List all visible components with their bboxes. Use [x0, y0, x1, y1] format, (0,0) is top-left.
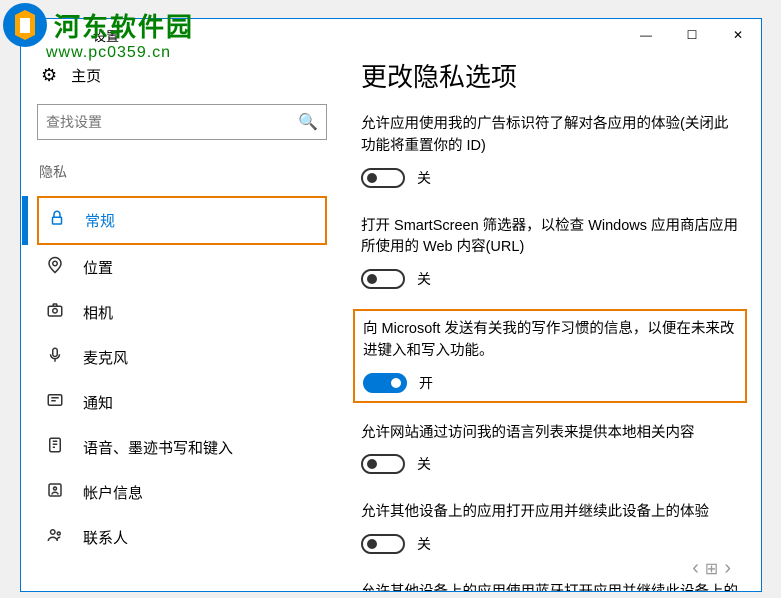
setting-4: 允许其他设备上的应用打开应用并继续此设备上的体验 关: [361, 502, 739, 554]
home-label: 主页: [71, 65, 101, 86]
toggle-switch[interactable]: [361, 168, 405, 188]
close-button[interactable]: ✕: [715, 19, 761, 51]
nav-label: 麦克风: [83, 347, 128, 368]
nav-icon: [45, 301, 65, 324]
sidebar-item-0[interactable]: 常规: [37, 196, 327, 245]
home-row[interactable]: ⚙ 主页: [37, 51, 327, 104]
sidebar-item-1[interactable]: 位置: [37, 245, 327, 290]
toggle-switch[interactable]: [361, 269, 405, 289]
setting-desc: 允许其他设备上的应用使用蓝牙打开应用并继续此设备上的体验: [361, 582, 739, 591]
page-nav: ‹ ⊞ ›: [692, 557, 731, 580]
toggle-switch[interactable]: [361, 534, 405, 554]
toggle-label: 开: [419, 373, 433, 393]
toggle-row: 关: [361, 454, 739, 474]
setting-2: 向 Microsoft 发送有关我的写作习惯的信息，以便在未来改进键入和写入功能…: [353, 309, 747, 403]
nav-icon: [45, 256, 65, 279]
toggle-label: 关: [417, 454, 431, 474]
nav-label: 通知: [83, 392, 113, 413]
setting-0: 允许应用使用我的广告标识符了解对各应用的体验(关闭此功能将重置你的 ID) 关: [361, 114, 739, 188]
setting-desc: 向 Microsoft 发送有关我的写作习惯的信息，以便在未来改进键入和写入功能…: [363, 319, 737, 363]
maximize-button[interactable]: ☐: [669, 19, 715, 51]
toggle-row: 开: [363, 373, 737, 393]
nav-icon: [45, 481, 65, 504]
sidebar-item-2[interactable]: 相机: [37, 290, 327, 335]
nav-label: 位置: [83, 257, 113, 278]
nav-icon: [45, 526, 65, 549]
titlebar: 设置 — ☐ ✕: [21, 19, 761, 51]
setting-desc: 打开 SmartScreen 筛选器，以检查 Windows 应用商店应用所使用…: [361, 216, 739, 260]
nav-icon: [45, 391, 65, 414]
setting-desc: 允许其他设备上的应用打开应用并继续此设备上的体验: [361, 502, 739, 524]
nav-label: 联系人: [83, 527, 128, 548]
setting-5: 允许其他设备上的应用使用蓝牙打开应用并继续此设备上的体验 关: [361, 582, 739, 591]
page-title: 更改隐私选项: [361, 57, 739, 94]
main-panel: 更改隐私选项 允许应用使用我的广告标识符了解对各应用的体验(关闭此功能将重置你的…: [343, 51, 761, 591]
toggle-label: 关: [417, 534, 431, 554]
setting-1: 打开 SmartScreen 筛选器，以检查 Windows 应用商店应用所使用…: [361, 216, 739, 290]
setting-desc: 允许网站通过访问我的语言列表来提供本地相关内容: [361, 423, 739, 445]
nav-next-icon[interactable]: ›: [724, 557, 731, 580]
search-icon: 🔍: [298, 112, 318, 132]
toggle-label: 关: [417, 269, 431, 289]
nav-prev-icon[interactable]: ‹: [692, 557, 699, 580]
search-box[interactable]: 🔍: [37, 104, 327, 140]
toggle-label: 关: [417, 168, 431, 188]
search-input[interactable]: [46, 114, 298, 130]
toggle-switch[interactable]: [363, 373, 407, 393]
window-controls: — ☐ ✕: [623, 19, 761, 51]
gear-icon: ⚙: [41, 65, 57, 86]
content-area: ⚙ 主页 🔍 隐私 常规位置相机麦克风通知语音、墨迹书写和键入帐户信息联系人 更…: [21, 51, 761, 591]
sidebar: ⚙ 主页 🔍 隐私 常规位置相机麦克风通知语音、墨迹书写和键入帐户信息联系人: [21, 51, 343, 591]
toggle-row: 关: [361, 269, 739, 289]
nav-label: 常规: [85, 210, 115, 231]
sidebar-item-5[interactable]: 语音、墨迹书写和键入: [37, 425, 327, 470]
nav-grid-icon[interactable]: ⊞: [702, 562, 722, 575]
nav-label: 帐户信息: [83, 482, 143, 503]
setting-3: 允许网站通过访问我的语言列表来提供本地相关内容 关: [361, 423, 739, 475]
window-title: 设置: [93, 26, 119, 45]
section-label: 隐私: [37, 160, 327, 196]
nav-label: 相机: [83, 302, 113, 323]
toggle-row: 关: [361, 168, 739, 188]
sidebar-item-3[interactable]: 麦克风: [37, 335, 327, 380]
sidebar-item-4[interactable]: 通知: [37, 380, 327, 425]
minimize-button[interactable]: —: [623, 19, 669, 51]
setting-desc: 允许应用使用我的广告标识符了解对各应用的体验(关闭此功能将重置你的 ID): [361, 114, 739, 158]
nav-label: 语音、墨迹书写和键入: [83, 437, 233, 458]
nav-icon: [45, 436, 65, 459]
nav-icon: [47, 209, 67, 232]
sidebar-item-6[interactable]: 帐户信息: [37, 470, 327, 515]
toggle-row: 关: [361, 534, 739, 554]
nav-icon: [45, 346, 65, 369]
sidebar-item-7[interactable]: 联系人: [37, 515, 327, 560]
settings-window: 设置 — ☐ ✕ ⚙ 主页 🔍 隐私 常规位置相机麦克风通知语音、墨迹书写和键入…: [20, 18, 762, 592]
toggle-switch[interactable]: [361, 454, 405, 474]
